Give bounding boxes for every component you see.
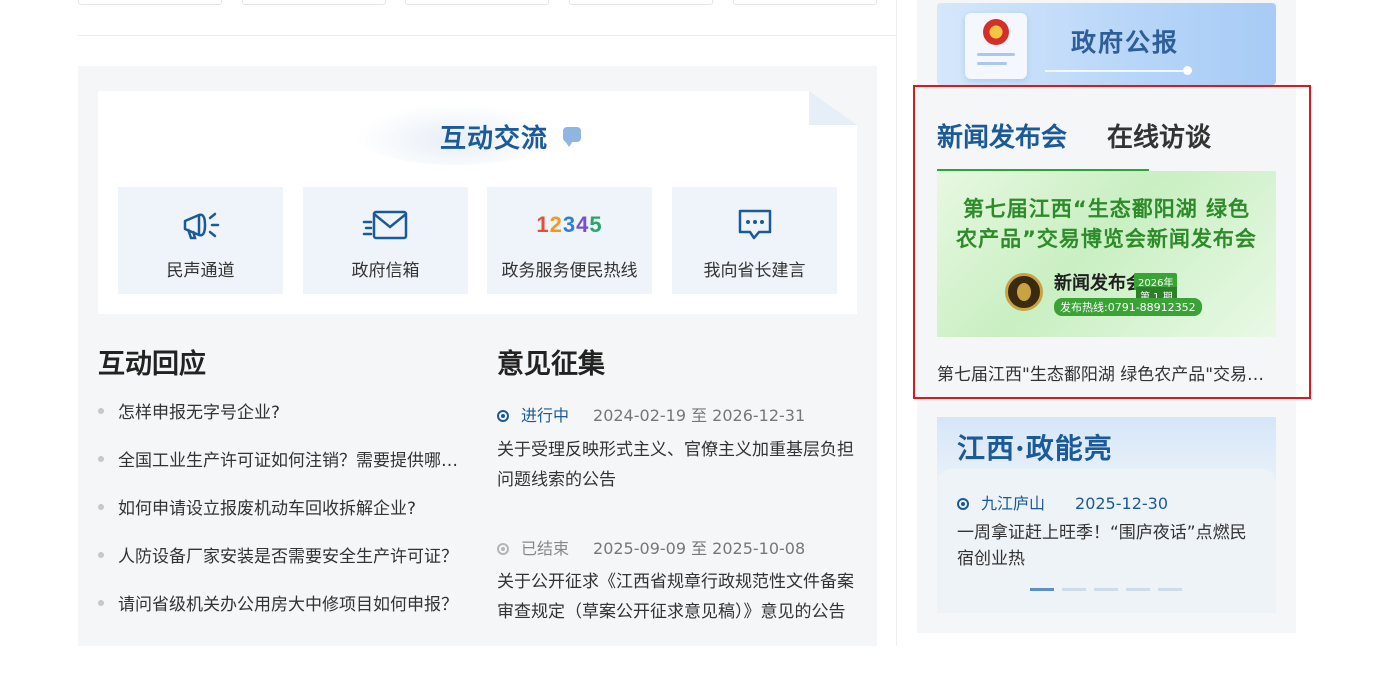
carousel-dot[interactable] — [1094, 588, 1118, 591]
jiangxi-article-link[interactable]: 一周拿证赶上旺季！“围庐夜话”点燃民宿创业热 — [957, 520, 1262, 572]
tile-label: 政府信箱 — [351, 261, 420, 281]
jiangxi-card: 江西·政能亮 九江庐山 2025-12-30 一周拿证赶上旺季！“围庐夜话”点燃民… — [937, 417, 1276, 613]
hotline-12345-icon: 12345 — [487, 205, 652, 245]
gazette-title: 政府公报 — [1071, 28, 1180, 57]
hotline-digit: 3 — [562, 212, 577, 237]
list-item[interactable]: 人防设备厂家安装是否需要安全生产许可证？ — [98, 542, 468, 568]
bullet-icon — [98, 456, 104, 462]
bullet-icon — [98, 408, 104, 414]
top-link-card[interactable] — [78, 0, 222, 5]
bullet-icon — [98, 552, 104, 558]
hotline-digit: 1 — [536, 212, 550, 237]
status-active-icon — [957, 498, 969, 510]
opinion-status-row: 已结束 2025-09-09 至 2025-10-08 — [497, 535, 805, 559]
list-item[interactable]: 全国工业生产许可证如何注销？需要提供哪些材料？ — [98, 446, 468, 472]
opinion-status: 进行中 — [521, 406, 570, 425]
bullet-icon — [98, 600, 104, 606]
opinion-status-row: 进行中 2024-02-19 至 2026-12-31 — [497, 402, 805, 426]
jiangxi-location: 九江庐山 — [981, 494, 1046, 513]
top-link-card[interactable] — [242, 0, 386, 5]
megaphone-icon — [118, 205, 283, 245]
status-active-icon — [497, 410, 509, 422]
hotline-digit: 4 — [576, 212, 590, 237]
status-ended-icon — [497, 543, 509, 555]
national-emblem-icon — [983, 19, 1009, 45]
carousel-dot[interactable] — [1126, 588, 1150, 591]
doc-line — [977, 62, 1007, 65]
opinions-title: 意见征集 — [497, 349, 605, 380]
gov-gazette-banner[interactable]: 政府公报 — [937, 3, 1276, 85]
hotline-digit: 2 — [549, 212, 563, 237]
tile-governor-suggestion[interactable]: 我向省长建言 — [672, 187, 837, 294]
jiangxi-carousel: 九江庐山 2025-12-30 一周拿证赶上旺季！“围庐夜话”点燃民宿创业热 — [937, 469, 1276, 613]
decorative-dot — [1183, 66, 1192, 75]
tile-gov-mailbox[interactable]: 政府信箱 — [303, 187, 468, 294]
column-divider — [896, 0, 897, 646]
chat-bubble-icon — [672, 205, 837, 245]
opinion-status: 已结束 — [521, 539, 570, 558]
carousel-pagination — [1030, 588, 1182, 591]
tile-label: 我向省长建言 — [703, 261, 806, 281]
page-fold-decoration — [809, 91, 857, 125]
doc-line — [977, 53, 1015, 56]
opinion-date-range: 2024-02-19 至 2026-12-31 — [593, 406, 806, 425]
carousel-dot[interactable] — [1030, 588, 1054, 591]
opinion-link[interactable]: 关于公开征求《江西省规章行政规范性文件备案审查规定（草案公开征求意见稿）》意见的… — [497, 567, 857, 627]
opinion-date-range: 2025-09-09 至 2025-10-08 — [593, 539, 806, 558]
response-title: 互动回应 — [98, 349, 206, 380]
jiangxi-meta: 九江庐山 2025-12-30 — [957, 490, 1168, 514]
top-link-card[interactable] — [569, 0, 713, 5]
list-item[interactable]: 怎样申报无字号企业? — [98, 398, 468, 424]
hotline-digit: 5 — [589, 212, 603, 237]
bullet-icon — [98, 504, 104, 510]
list-item[interactable]: 请问省级机关办公用房大中修项目如何申报？ — [98, 590, 468, 616]
carousel-dot[interactable] — [1062, 588, 1086, 591]
gazette-document-icon — [965, 13, 1027, 79]
highlight-frame — [913, 85, 1311, 399]
jiangxi-date: 2025-12-30 — [1075, 494, 1168, 513]
tile-label: 政务服务便民热线 — [501, 261, 638, 281]
mail-icon — [303, 205, 468, 245]
section-divider — [78, 35, 896, 36]
opinion-link[interactable]: 关于受理反映形式主义、官僚主义加重基层负担问题线索的公告 — [497, 435, 857, 495]
tile-public-voice[interactable]: 民声通道 — [118, 187, 283, 294]
interaction-title: 互动交流 — [440, 124, 549, 154]
list-item[interactable]: 如何申请设立报废机动车回收拆解企业? — [98, 494, 468, 520]
top-link-card[interactable] — [405, 0, 549, 5]
speech-bubble-icon — [563, 127, 581, 147]
carousel-dot[interactable] — [1158, 588, 1182, 591]
top-link-card[interactable] — [733, 0, 877, 5]
decorative-line — [1045, 70, 1185, 72]
tile-label: 民声通道 — [166, 261, 235, 281]
tile-hotline-12345[interactable]: 12345 政务服务便民热线 — [487, 187, 652, 294]
jiangxi-title: 江西·政能亮 — [957, 432, 1113, 465]
